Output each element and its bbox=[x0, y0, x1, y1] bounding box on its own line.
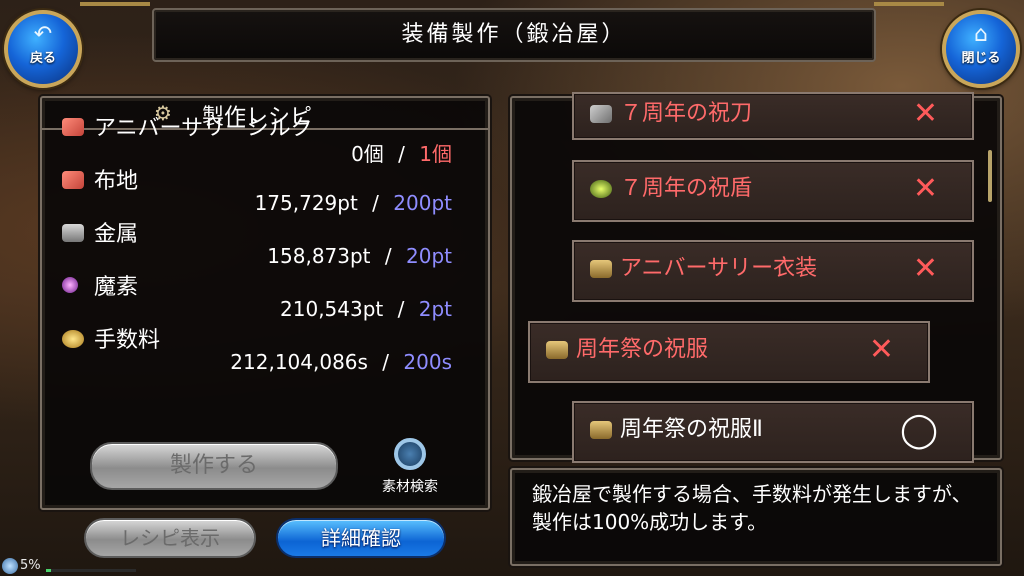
recipe-item-selected[interactable]: 周年祭の祝服 ✕ bbox=[528, 321, 930, 383]
page-title: 装備製作（鍛冶屋） bbox=[401, 22, 627, 47]
not-craftable-x-icon: ✕ bbox=[912, 96, 938, 131]
amount-separator: / bbox=[372, 191, 379, 215]
material-need: 200s bbox=[403, 350, 452, 374]
material-amount: 212,104,086s / 200s bbox=[230, 350, 452, 374]
recipe-name: アニバーサリー衣装 bbox=[620, 256, 818, 281]
recipe-name: 周年祭の祝服Ⅱ bbox=[620, 417, 763, 442]
scroll-icon bbox=[546, 341, 568, 359]
material-have: 158,873pt bbox=[267, 244, 371, 268]
close-button[interactable]: ⌂ 閉じる bbox=[942, 10, 1020, 88]
amount-separator: / bbox=[384, 244, 392, 268]
material-need: 200pt bbox=[393, 191, 452, 215]
header-title-bar: 装備製作（鍛冶屋） bbox=[152, 8, 876, 62]
recipe-item[interactable]: 周年祭の祝服Ⅱ ◯ bbox=[572, 401, 974, 463]
material-name: 手数料 bbox=[94, 328, 161, 353]
coin-icon bbox=[62, 330, 84, 348]
material-have: 212,104,086s bbox=[230, 350, 368, 374]
status-globe-icon bbox=[2, 558, 18, 574]
material-name: 魔素 bbox=[94, 275, 139, 300]
recipe-item[interactable]: ７周年の祝刀 ✕ bbox=[572, 92, 974, 140]
close-button-label: 閉じる bbox=[961, 51, 1001, 66]
magnifier-icon bbox=[394, 438, 426, 470]
recipe-item[interactable]: アニバーサリー衣装 ✕ bbox=[572, 240, 974, 302]
recipe-display-label: レシピ表示 bbox=[120, 526, 220, 550]
ornament-top-left bbox=[80, 2, 150, 6]
amount-separator: / bbox=[397, 297, 405, 321]
recipe-name: ７周年の祝盾 bbox=[620, 176, 753, 201]
recipe-item[interactable]: ７周年の祝盾 ✕ bbox=[572, 160, 974, 222]
recipe-panel: ⚙ 製作レシピ アニバーサリーシルク 0個 / 1個 布地 175,729pt … bbox=[40, 96, 490, 510]
scroll-icon bbox=[590, 421, 612, 439]
material-have: 0個 bbox=[351, 142, 384, 166]
shield-icon bbox=[590, 180, 612, 198]
back-arrow-icon: ↶ bbox=[33, 22, 53, 47]
recipe-name: ７周年の祝刀 bbox=[620, 101, 753, 126]
amount-separator: / bbox=[398, 142, 405, 166]
back-button[interactable]: ↶ 戻る bbox=[4, 10, 82, 88]
not-craftable-x-icon: ✕ bbox=[868, 332, 894, 367]
sword-icon bbox=[590, 105, 612, 123]
scroll-icon bbox=[590, 260, 612, 278]
material-need: 1個 bbox=[419, 142, 452, 166]
material-need: 2pt bbox=[418, 297, 452, 321]
amount-separator: / bbox=[382, 350, 390, 374]
back-button-label: 戻る bbox=[29, 51, 56, 66]
material-amount: 210,543pt / 2pt bbox=[280, 297, 452, 321]
info-text: 鍛冶屋で製作する場合、手数料が発生しますが、製作は100%成功します。 bbox=[532, 482, 972, 534]
not-craftable-x-icon: ✕ bbox=[912, 171, 938, 206]
cloth-icon bbox=[62, 171, 84, 189]
material-need: 20pt bbox=[406, 244, 452, 268]
material-name: アニバーサリーシルク bbox=[94, 116, 313, 141]
recipe-name: 周年祭の祝服 bbox=[576, 337, 709, 362]
material-search-label: 素材検索 bbox=[382, 479, 438, 495]
status-percent: 5% bbox=[20, 558, 41, 573]
recipe-display-button[interactable]: レシピ表示 bbox=[84, 518, 256, 558]
craft-button[interactable]: 製作する bbox=[90, 442, 338, 490]
recipe-list-scrollbar[interactable] bbox=[988, 150, 992, 202]
material-amount: 175,729pt / 200pt bbox=[255, 191, 452, 215]
craftable-circle-icon: ◯ bbox=[899, 410, 938, 450]
material-name: 金属 bbox=[94, 222, 139, 247]
material-have: 210,543pt bbox=[280, 297, 384, 321]
ornament-top-right bbox=[874, 2, 944, 6]
material-search-button[interactable]: 素材検索 bbox=[370, 438, 450, 498]
material-amount: 158,873pt / 20pt bbox=[267, 244, 452, 268]
status-progress-fill bbox=[46, 569, 51, 572]
status-bar: 5% bbox=[0, 556, 140, 576]
status-progress-track bbox=[46, 569, 136, 572]
home-icon: ⌂ bbox=[974, 22, 988, 47]
metal-icon bbox=[62, 224, 84, 242]
material-amount: 0個 / 1個 bbox=[351, 138, 452, 167]
not-craftable-x-icon: ✕ bbox=[912, 251, 938, 286]
detail-confirm-button[interactable]: 詳細確認 bbox=[276, 518, 446, 558]
mana-icon bbox=[62, 277, 78, 293]
info-panel: 鍛冶屋で製作する場合、手数料が発生しますが、製作は100%成功します。 bbox=[510, 468, 1002, 566]
detail-confirm-label: 詳細確認 bbox=[321, 526, 401, 550]
material-have: 175,729pt bbox=[254, 191, 358, 215]
craft-button-label: 製作する bbox=[169, 453, 258, 478]
silk-icon bbox=[62, 118, 84, 136]
material-name: 布地 bbox=[94, 169, 139, 194]
